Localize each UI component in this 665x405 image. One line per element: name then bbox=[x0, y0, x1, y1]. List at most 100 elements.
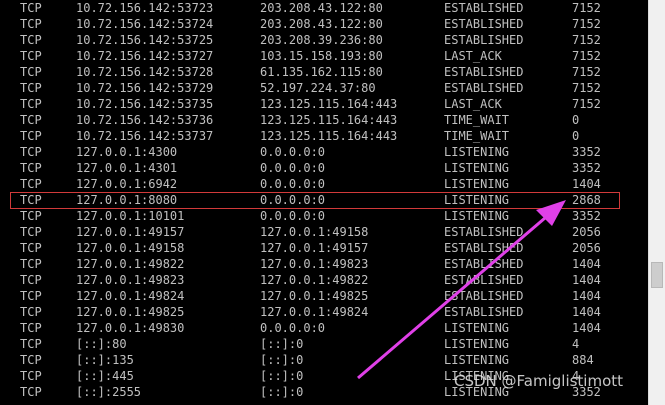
table-row: TCP 10.72.156.142:53735 123.125.115.164:44… bbox=[0, 96, 648, 112]
cell-proto: TCP bbox=[20, 273, 42, 287]
cell-state: ESTABLISHED bbox=[444, 1, 524, 15]
cell-state: LAST_ACK bbox=[444, 97, 502, 111]
table-row: TCP 10.72.156.142:53723 203.208.43.122:80 E… bbox=[0, 0, 648, 16]
console-window: TCP 10.72.156.142:53723 203.208.43.122:80 E… bbox=[0, 0, 648, 405]
cell-local: 127.0.0.1:49157 bbox=[76, 225, 185, 239]
table-row: TCP 127.0.0.1:4300 0.0.0.0:0 LISTENING 3352 bbox=[0, 144, 648, 160]
cell-foreign: 127.0.0.1:49157 bbox=[260, 241, 369, 255]
cell-pid: 2056 bbox=[572, 241, 601, 255]
table-row: TCP 127.0.0.1:4301 0.0.0.0:0 LISTENING 3352 bbox=[0, 160, 648, 176]
vertical-scrollbar[interactable] bbox=[648, 0, 665, 405]
cell-foreign: [::]:0 bbox=[260, 353, 304, 367]
cell-local: 10.72.156.142:53736 bbox=[76, 113, 214, 127]
cell-proto: TCP bbox=[20, 305, 42, 319]
cell-local: 127.0.0.1:49825 bbox=[76, 305, 185, 319]
cell-foreign: 0.0.0.0:0 bbox=[260, 161, 326, 175]
cell-local: 10.72.156.142:53723 bbox=[76, 1, 214, 15]
table-row: TCP 127.0.0.1:49157 127.0.0.1:49158 ESTABLI… bbox=[0, 224, 648, 240]
cell-foreign: 203.208.39.236:80 bbox=[260, 33, 383, 47]
table-row: TCP 127.0.0.1:10101 0.0.0.0:0 LISTENING 3352 bbox=[0, 208, 648, 224]
cell-local: 127.0.0.1:49158 bbox=[76, 241, 185, 255]
cell-pid: 2056 bbox=[572, 225, 601, 239]
cell-local: [::]:80 bbox=[76, 337, 127, 351]
cell-foreign: 103.15.158.193:80 bbox=[260, 49, 383, 63]
cell-state: LAST_ACK bbox=[444, 49, 502, 63]
cell-proto: TCP bbox=[20, 369, 42, 383]
highlight-box bbox=[10, 192, 620, 209]
cell-pid: 7152 bbox=[572, 1, 601, 15]
cell-local: [::]:445 bbox=[76, 369, 134, 383]
cell-local: 10.72.156.142:53737 bbox=[76, 129, 214, 143]
scrollbar-thumb[interactable] bbox=[651, 262, 663, 288]
cell-foreign: 0.0.0.0:0 bbox=[260, 209, 326, 223]
cell-pid: 7152 bbox=[572, 81, 601, 95]
cell-pid: 884 bbox=[572, 353, 594, 367]
cell-local: 127.0.0.1:10101 bbox=[76, 209, 185, 223]
table-row: TCP 10.72.156.142:53725 203.208.39.236:80 E… bbox=[0, 32, 648, 48]
cell-foreign: 123.125.115.164:443 bbox=[260, 129, 398, 143]
cell-foreign: 203.208.43.122:80 bbox=[260, 17, 383, 31]
cell-proto: TCP bbox=[20, 241, 42, 255]
cell-foreign: 127.0.0.1:49822 bbox=[260, 273, 369, 287]
cell-foreign: 123.125.115.164:443 bbox=[260, 97, 398, 111]
cell-state: ESTABLISHED bbox=[444, 257, 524, 271]
cell-pid: 7152 bbox=[572, 97, 601, 111]
cell-proto: TCP bbox=[20, 321, 42, 335]
cell-foreign: 0.0.0.0:0 bbox=[260, 177, 326, 191]
cell-local: 127.0.0.1:6942 bbox=[76, 177, 178, 191]
cell-foreign: 203.208.43.122:80 bbox=[260, 1, 383, 15]
cell-state: LISTENING bbox=[444, 353, 510, 367]
table-row: TCP 10.72.156.142:53729 52.197.224.37:80 ES… bbox=[0, 80, 648, 96]
cell-proto: TCP bbox=[20, 129, 42, 143]
cell-pid: 1404 bbox=[572, 257, 601, 271]
cell-pid: 3352 bbox=[572, 209, 601, 223]
cell-pid: 0 bbox=[572, 129, 580, 143]
table-row: TCP 127.0.0.1:49822 127.0.0.1:49823 ESTABLI… bbox=[0, 256, 648, 272]
table-row: TCP 127.0.0.1:49825 127.0.0.1:49824 ESTABLI… bbox=[0, 304, 648, 320]
cell-local: [::]:2555 bbox=[76, 385, 142, 399]
table-row: TCP [::]:135 [::]:0 LISTENING 884 bbox=[0, 352, 648, 368]
watermark: CSDN @Famiglistimott bbox=[454, 372, 624, 390]
cell-proto: TCP bbox=[20, 97, 42, 111]
cell-proto: TCP bbox=[20, 113, 42, 127]
table-row: TCP 127.0.0.1:49830 0.0.0.0:0 LISTENING 1404 bbox=[0, 320, 648, 336]
table-row: TCP [::]:80 [::]:0 LISTENING 4 bbox=[0, 336, 648, 352]
cell-pid: 1404 bbox=[572, 289, 601, 303]
table-row: TCP 10.72.156.142:53736 123.125.115.164:44… bbox=[0, 112, 648, 128]
cell-foreign: 127.0.0.1:49823 bbox=[260, 257, 369, 271]
cell-local: 127.0.0.1:49822 bbox=[76, 257, 185, 271]
cell-local: 127.0.0.1:49830 bbox=[76, 321, 185, 335]
cell-foreign: 127.0.0.1:49825 bbox=[260, 289, 369, 303]
cell-local: [::]:135 bbox=[76, 353, 134, 367]
cell-proto: TCP bbox=[20, 1, 42, 15]
cell-foreign: 61.135.162.115:80 bbox=[260, 65, 383, 79]
cell-local: 10.72.156.142:53724 bbox=[76, 17, 214, 31]
cell-pid: 1404 bbox=[572, 321, 601, 335]
cell-foreign: [::]:0 bbox=[260, 369, 304, 383]
cell-proto: TCP bbox=[20, 353, 42, 367]
cell-state: LISTENING bbox=[444, 209, 510, 223]
cell-state: TIME_WAIT bbox=[444, 113, 510, 127]
cell-state: ESTABLISHED bbox=[444, 289, 524, 303]
cell-foreign: 123.125.115.164:443 bbox=[260, 113, 398, 127]
cell-proto: TCP bbox=[20, 65, 42, 79]
cell-proto: TCP bbox=[20, 209, 42, 223]
cell-proto: TCP bbox=[20, 145, 42, 159]
cell-pid: 7152 bbox=[572, 17, 601, 31]
cell-state: TIME_WAIT bbox=[444, 129, 510, 143]
cell-pid: 3352 bbox=[572, 145, 601, 159]
cell-proto: TCP bbox=[20, 81, 42, 95]
cell-proto: TCP bbox=[20, 337, 42, 351]
cell-state: ESTABLISHED bbox=[444, 305, 524, 319]
cell-state: LISTENING bbox=[444, 177, 510, 191]
cell-proto: TCP bbox=[20, 49, 42, 63]
table-row: TCP 127.0.0.1:49158 127.0.0.1:49157 ESTABLI… bbox=[0, 240, 648, 256]
cell-proto: TCP bbox=[20, 161, 42, 175]
cell-local: 10.72.156.142:53735 bbox=[76, 97, 214, 111]
cell-state: ESTABLISHED bbox=[444, 225, 524, 239]
table-row: TCP 10.72.156.142:53724 203.208.43.122:80 E… bbox=[0, 16, 648, 32]
cell-foreign: [::]:0 bbox=[260, 337, 304, 351]
table-row: TCP 127.0.0.1:6942 0.0.0.0:0 LISTENING 1404 bbox=[0, 176, 648, 192]
cell-state: ESTABLISHED bbox=[444, 33, 524, 47]
cell-pid: 7152 bbox=[572, 49, 601, 63]
